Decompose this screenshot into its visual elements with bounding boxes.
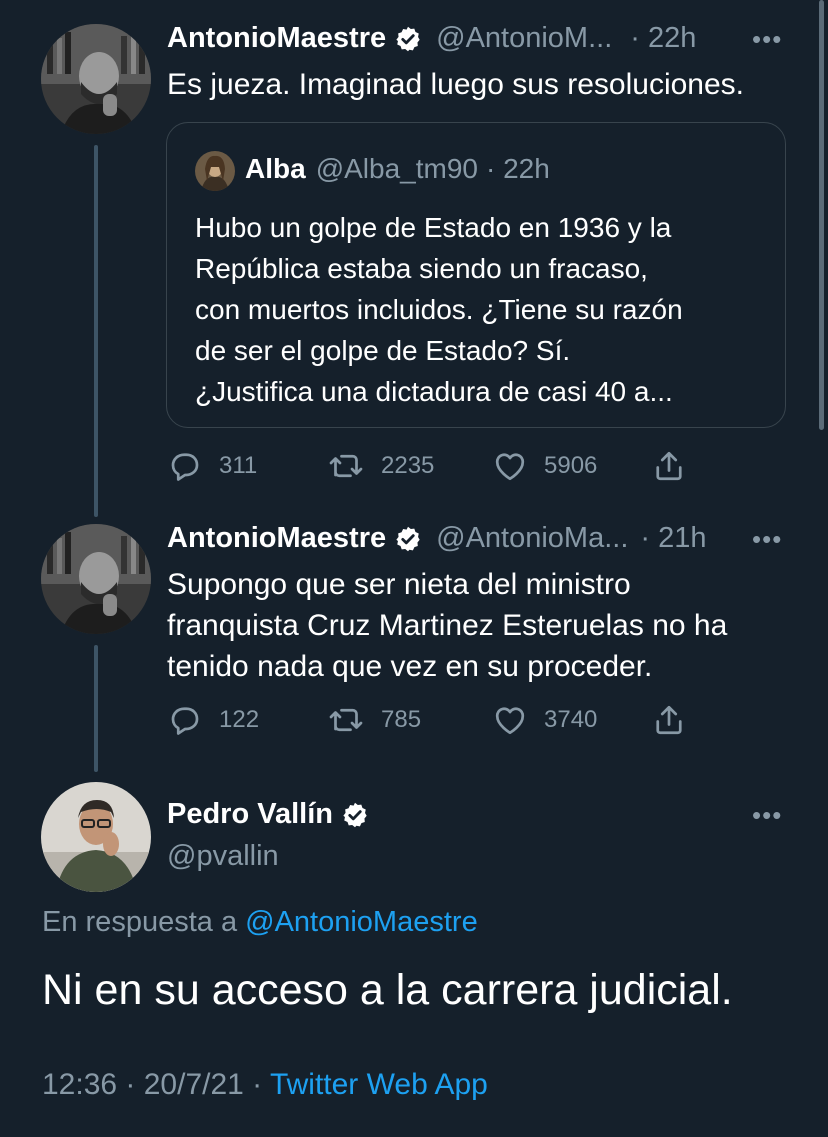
quoted-author-name: Alba [245,153,306,184]
retweet-count: 785 [381,706,422,733]
reply-icon [171,707,199,735]
retweet-button[interactable]: 2235 [327,448,434,484]
tweet-text-line: franquista Cruz Martinez Esteruelas no h… [167,609,728,642]
verified-badge-icon [394,525,422,553]
quoted-tweet-time: · 22h [485,153,550,184]
reply-button[interactable]: 122 [167,702,259,738]
tweet-time[interactable]: · 22h [630,22,696,55]
author-handle[interactable]: @AntonioM... [436,22,612,55]
thread-line-2 [94,645,98,772]
author-name[interactable]: AntonioMaestre [167,522,386,555]
quoted-text-line: Hubo un golpe de Estado en 1936 y la [195,212,672,243]
quoted-avatar [195,151,235,191]
reply-count: 311 [219,452,258,479]
main-tweet-header: Pedro Vallín [167,798,369,831]
verified-badge-icon [394,25,422,53]
tweet-text: Supongo que ser nieta del ministro franq… [167,564,727,687]
quoted-text-line: de ser el golpe de Estado? Sí. [195,335,571,366]
more-horizontal-icon[interactable]: ••• [752,24,782,55]
author-handle[interactable]: @pvallin [167,840,279,873]
timestamp[interactable]: 12:36 · 20/7/21 · [42,1068,262,1101]
source-link[interactable]: Twitter Web App [270,1068,488,1101]
heart-icon [495,453,525,481]
quoted-author-handle: @Alba_tm90 [315,153,478,184]
avatar[interactable] [41,782,151,892]
tweet-text-line: Supongo que ser nieta del ministro [167,568,631,601]
thread-line-1 [94,145,98,517]
retweet-icon [329,454,363,478]
quoted-text-line: República estaba siendo un fracaso, [195,253,648,284]
more-horizontal-icon[interactable]: ••• [752,524,782,555]
quoted-text-line: con muertos incluidos. ¿Tiene su razón [195,294,683,325]
like-button[interactable]: 3740 [492,702,597,738]
author-handle[interactable]: @AntonioMa... [436,522,628,555]
tweet-meta: 12:36 · 20/7/21 · Twitter Web App [42,1068,488,1102]
author-name[interactable]: Pedro Vallín [167,798,333,831]
author-name[interactable]: AntonioMaestre [167,22,386,55]
quoted-tweet-text: Hubo un golpe de Estado en 1936 y la Rep… [195,207,765,412]
quoted-text-line: ¿Justifica una dictadura de casi 40 a... [195,376,673,407]
quoted-tweet-card[interactable]: Alba @Alba_tm90 · 22h Hubo un golpe de E… [166,122,786,428]
more-horizontal-icon[interactable]: ••• [752,800,782,831]
share-button[interactable] [651,448,703,484]
retweet-button[interactable]: 785 [327,702,421,738]
reply-context: En respuesta a @AntonioMaestre [42,906,478,939]
reply-prefix: En respuesta a [42,906,238,938]
tweet-time[interactable]: · 21h [640,522,706,555]
retweet-icon [329,708,363,732]
like-count: 5906 [544,452,598,479]
tweet-actions: 311 2235 5906 [167,448,687,484]
scrollbar[interactable] [819,0,824,430]
tweet-actions: 122 785 3740 [167,702,687,738]
avatar[interactable] [41,24,151,134]
like-count: 3740 [544,706,598,733]
main-tweet-text: Ni en su acceso a la carrera judicial. [42,966,733,1014]
reply-button[interactable]: 311 [167,448,257,484]
avatar[interactable] [41,524,151,634]
like-button[interactable]: 5906 [492,448,597,484]
share-button[interactable] [651,702,703,738]
tweet-header: AntonioMaestre @AntonioM... · 22h [167,22,696,55]
reply-to-link[interactable]: @AntonioMaestre [245,906,478,938]
reply-count: 122 [219,706,260,733]
share-icon [656,705,682,735]
heart-icon [495,707,525,735]
tweet-text-line: tenido nada que vez en su proceder. [167,650,653,683]
tweet-header: AntonioMaestre @AntonioMa... · 21h [167,522,707,555]
reply-icon [171,453,199,481]
tweet-text: Es jueza. Imaginad luego sus resolucione… [167,68,745,101]
verified-badge-icon [341,801,369,829]
quoted-header: Alba @Alba_tm90 · 22h [245,153,550,185]
retweet-count: 2235 [381,452,435,479]
share-icon [656,451,682,481]
